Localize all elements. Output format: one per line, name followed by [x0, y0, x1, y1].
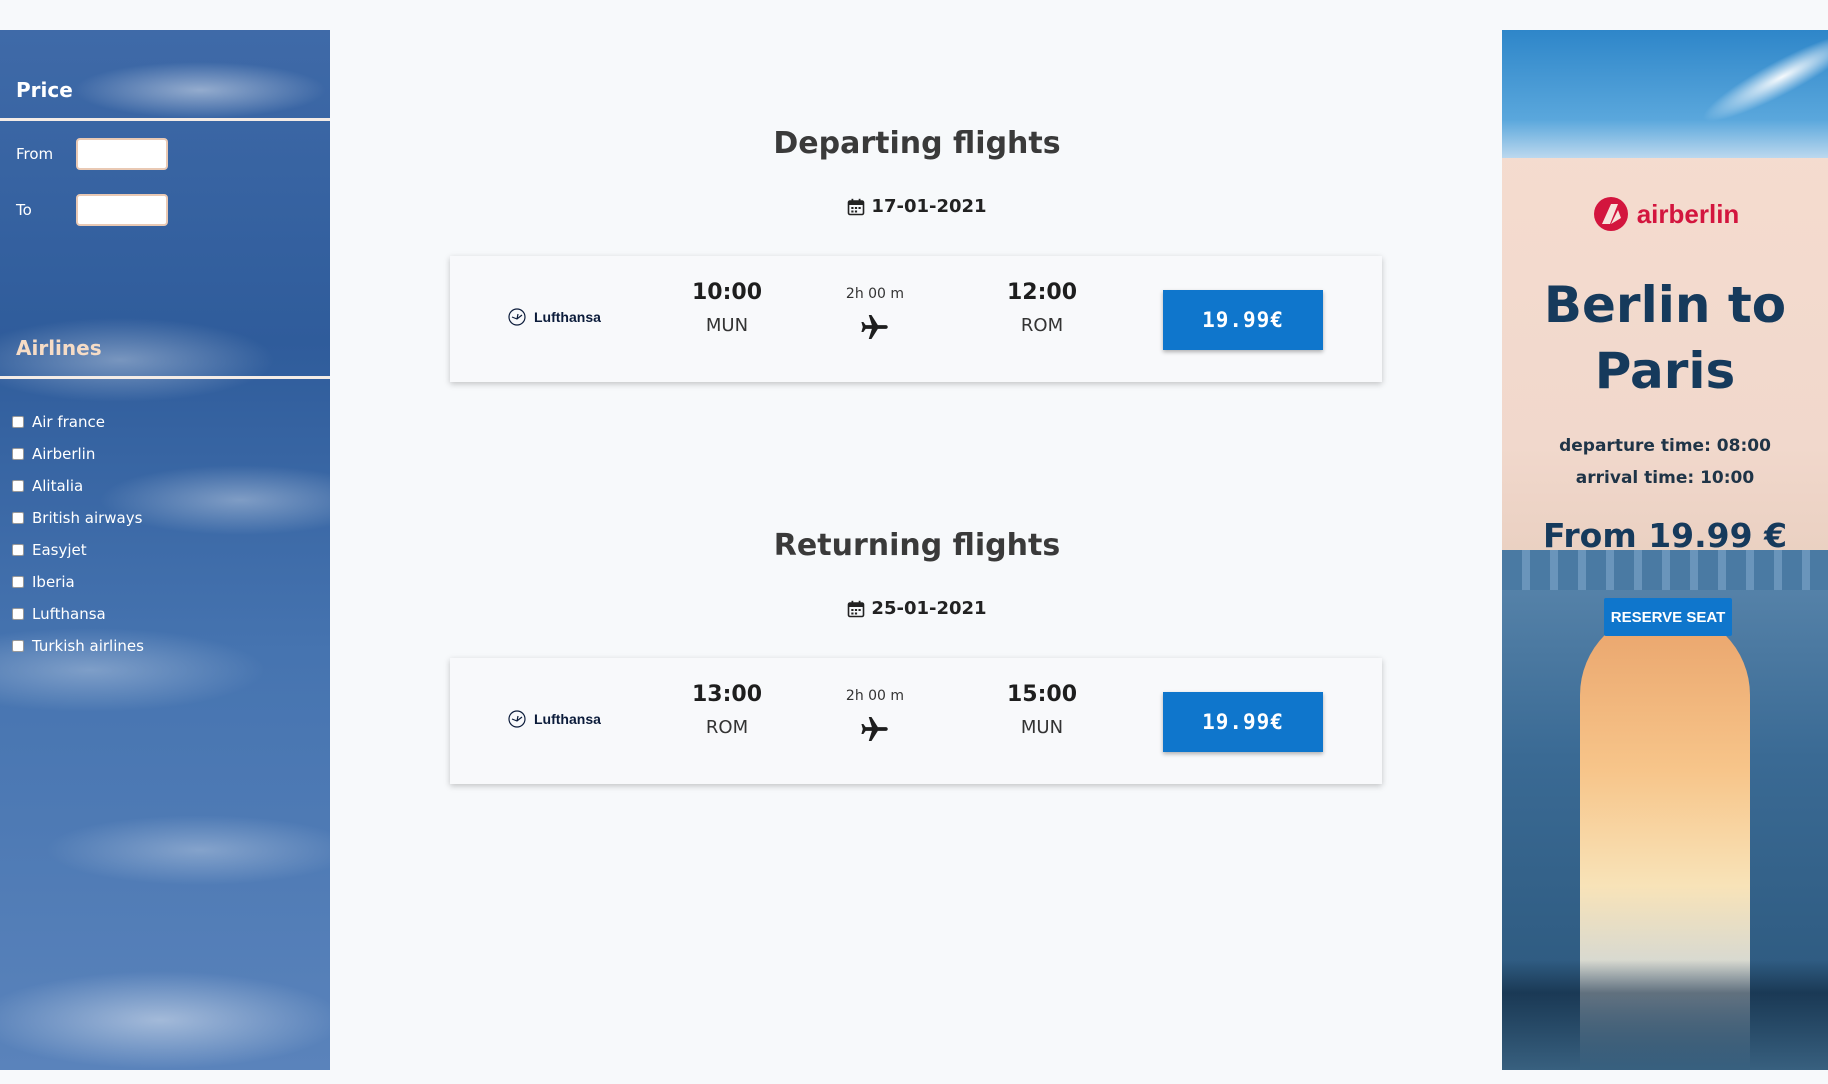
arrival-airport: MUN	[1020, 717, 1064, 738]
ad-headline: Berlin to Paris	[1543, 276, 1787, 400]
airline-filter-label: Turkish airlines	[32, 637, 144, 655]
arrival-column: 12:00 ROM	[982, 280, 1102, 336]
arrival-time: 15:00	[1006, 682, 1078, 707]
price-button[interactable]: 19.99€	[1163, 290, 1323, 350]
airberlin-logo-icon	[1593, 197, 1628, 231]
airline-name: Lufthansa	[534, 711, 601, 727]
price-heading: Price	[16, 78, 73, 102]
airline-filter-alitalia[interactable]: Alitalia	[12, 470, 144, 502]
ad-price: From 19.99 €	[1542, 516, 1788, 555]
airline-logo: Lufthansa	[508, 710, 601, 728]
airline-filter-label: Alitalia	[32, 477, 84, 495]
airline-filter-label: Air france	[32, 413, 105, 431]
departure-airport: ROM	[705, 717, 749, 738]
airline-filter-air-france[interactable]: Air france	[12, 406, 144, 438]
calendar-icon	[848, 600, 865, 617]
ad-departure-time: departure time: 08:00	[1559, 436, 1771, 456]
airlines-heading: Airlines	[16, 336, 102, 360]
departure-time: 10:00	[691, 280, 763, 305]
airline-logo: Lufthansa	[508, 308, 601, 326]
departure-time: 13:00	[691, 682, 763, 707]
checkbox[interactable]	[12, 448, 24, 460]
street-crowd	[1502, 960, 1828, 1070]
flight-duration: 2h 00 m	[845, 688, 905, 704]
airline-name: Lufthansa	[534, 309, 601, 325]
airberlin-wordmark: airberlin	[1636, 198, 1740, 229]
flight-duration: 2h 00 m	[845, 286, 905, 302]
airline-filter-iberia[interactable]: Iberia	[12, 566, 144, 598]
arrival-column: 15:00 MUN	[982, 682, 1102, 738]
airline-filter-label: Iberia	[32, 573, 75, 591]
flight-card[interactable]: Lufthansa 10:00 MUN 2h 00 m 12:00 ROM 19…	[450, 256, 1382, 382]
checkbox[interactable]	[12, 416, 24, 428]
airline-filter-airberlin[interactable]: Airberlin	[12, 438, 144, 470]
checkbox[interactable]	[12, 576, 24, 588]
airplane-icon	[861, 314, 888, 340]
duration-column: 2h 00 m	[820, 688, 930, 750]
departure-column: 10:00 MUN	[667, 280, 787, 336]
duration-column: 2h 00 m	[820, 286, 930, 348]
arrival-airport: ROM	[1020, 315, 1064, 336]
airberlin-logo: airberlin	[1502, 192, 1828, 236]
date-text: 17-01-2021	[871, 196, 987, 217]
checkbox[interactable]	[12, 512, 24, 524]
calendar-icon	[848, 198, 865, 215]
divider	[0, 376, 330, 379]
divider	[0, 118, 330, 121]
advertisement-banner[interactable]: airberlin Berlin to Paris departure time…	[1502, 30, 1828, 1070]
ad-cloud	[1694, 30, 1828, 135]
ad-sky-image	[1502, 30, 1828, 158]
airline-filter-label: Airberlin	[32, 445, 96, 463]
departure-column: 13:00 ROM	[667, 682, 787, 738]
checkbox[interactable]	[12, 480, 24, 492]
arrival-time: 12:00	[1006, 280, 1078, 305]
flight-card[interactable]: Lufthansa 13:00 ROM 2h 00 m 15:00 MUN 19…	[450, 658, 1382, 784]
checkbox[interactable]	[12, 640, 24, 652]
airline-filter-turkish-airlines[interactable]: Turkish airlines	[12, 630, 144, 662]
lufthansa-crane-icon	[508, 710, 526, 728]
airline-filter-label: British airways	[32, 509, 143, 527]
price-button[interactable]: 19.99€	[1163, 692, 1323, 752]
date-text: 25-01-2021	[871, 598, 987, 619]
ad-arrival-time: arrival time: 10:00	[1575, 468, 1755, 488]
reserve-seat-button[interactable]: RESERVE SEAT	[1604, 598, 1732, 636]
arch-frieze	[1502, 550, 1828, 590]
lufthansa-crane-icon	[508, 308, 526, 326]
airplane-icon	[861, 716, 888, 742]
departure-airport: MUN	[705, 315, 749, 336]
